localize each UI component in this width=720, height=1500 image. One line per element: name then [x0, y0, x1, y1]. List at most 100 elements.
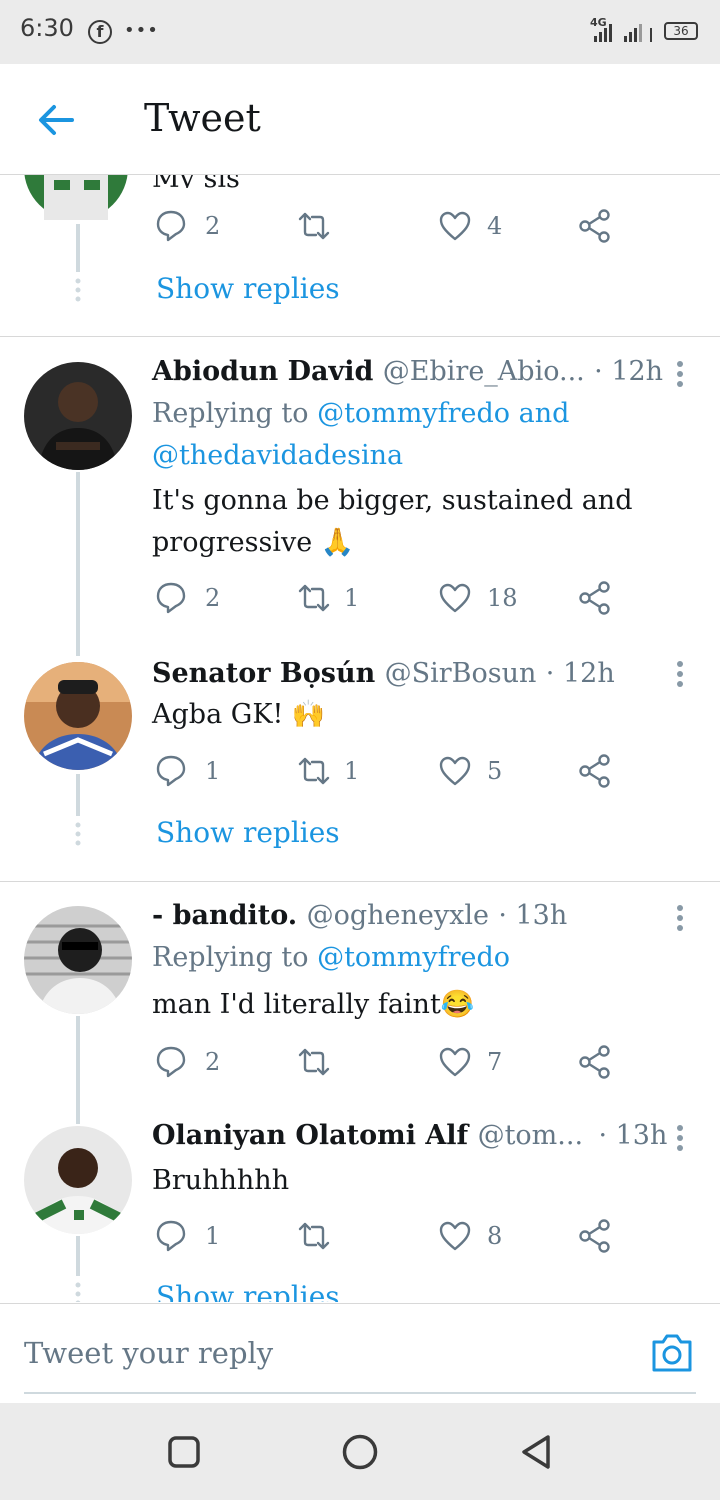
share-icon: [579, 581, 610, 615]
reply-input[interactable]: Tweet your reply: [24, 1336, 273, 1370]
back-arrow-icon[interactable]: [36, 102, 76, 138]
nav-home-icon[interactable]: [342, 1434, 378, 1470]
handle[interactable]: @SirBosun: [385, 658, 537, 689]
timestamp: · 13h: [498, 900, 568, 931]
thread-line: [76, 472, 80, 656]
thread-line: [76, 1236, 80, 1276]
share-button[interactable]: [578, 753, 612, 793]
page-title: Tweet: [144, 96, 261, 140]
camera-icon: [652, 1334, 692, 1372]
share-button[interactable]: [578, 1044, 612, 1084]
reply-button[interactable]: [154, 208, 188, 246]
more-options-button[interactable]: [674, 360, 686, 392]
battery-icon: 36: [664, 22, 698, 40]
like-icon: [439, 211, 471, 241]
retweet-icon: [298, 584, 330, 612]
mention-link[interactable]: @tommyfredo: [317, 942, 510, 973]
more-vertical-icon: [677, 905, 683, 931]
camera-button[interactable]: [650, 1332, 694, 1378]
thread-dots: [75, 278, 81, 302]
reply-button[interactable]: [154, 1044, 188, 1082]
replying-to: Replying to @tommyfredo: [152, 942, 510, 973]
like-count: 18: [487, 584, 518, 612]
mention-link[interactable]: @tommyfredo and: [317, 398, 569, 429]
reply-icon: [156, 1220, 186, 1252]
tweet-text-line: man I'd literally faint😂: [152, 989, 475, 1020]
show-replies-link[interactable]: Show replies: [156, 816, 340, 849]
thread-line: [76, 1016, 80, 1124]
retweet-button[interactable]: [296, 755, 332, 791]
handle[interactable]: @tom...: [478, 1120, 583, 1151]
like-button[interactable]: [438, 1046, 472, 1082]
tweet-text-line: Agba GK! 🙌: [152, 699, 326, 730]
like-button[interactable]: [438, 755, 472, 791]
share-button[interactable]: [578, 1218, 612, 1258]
avatar[interactable]: [24, 906, 132, 1014]
reply-button[interactable]: [154, 580, 188, 618]
share-button[interactable]: [578, 208, 612, 248]
retweet-count: 1: [344, 757, 360, 785]
retweet-button[interactable]: [296, 210, 332, 246]
retweet-icon: [298, 1048, 330, 1076]
signal-icon: [594, 24, 652, 42]
like-button[interactable]: [438, 1220, 472, 1256]
status-time: 6:30: [20, 14, 74, 42]
top-app-bar: Tweet: [0, 64, 720, 175]
timestamp: · 13h: [598, 1120, 668, 1151]
display-name[interactable]: Abiodun David: [152, 356, 373, 387]
show-replies-link[interactable]: Show replies: [156, 272, 340, 305]
thread-dots: [75, 1282, 81, 1302]
more-options-button[interactable]: [674, 1124, 686, 1156]
display-name[interactable]: Olaniyan Olatomi Alf: [152, 1120, 468, 1151]
reply-button[interactable]: [154, 1218, 188, 1256]
thread-line: [76, 774, 80, 816]
nav-back-icon[interactable]: [520, 1434, 552, 1470]
retweet-button[interactable]: [296, 582, 332, 618]
share-icon: [579, 209, 610, 243]
handle[interactable]: @Ebire_Abio...: [383, 356, 585, 387]
timestamp: · 12h: [545, 658, 615, 689]
avatar[interactable]: [24, 1126, 132, 1234]
retweet-icon: [298, 757, 330, 785]
reply-icon: [156, 210, 186, 242]
like-button[interactable]: [438, 210, 472, 246]
avatar[interactable]: [24, 662, 132, 770]
more-options-button[interactable]: [674, 660, 686, 692]
like-count: 7: [487, 1048, 503, 1076]
like-count: 8: [487, 1222, 503, 1250]
more-vertical-icon: [677, 661, 683, 687]
like-icon: [439, 1047, 471, 1077]
more-options-button[interactable]: [674, 904, 686, 936]
replying-prefix: Replying to: [152, 942, 318, 973]
thread-dots: [75, 822, 81, 846]
share-icon: [579, 1045, 610, 1079]
like-button[interactable]: [438, 582, 472, 618]
tweet-text-line: Bruhhhhh: [152, 1165, 290, 1196]
thread-line: [76, 224, 80, 272]
retweet-count: 1: [344, 584, 360, 612]
avatar[interactable]: [24, 362, 132, 470]
facebook-notification-icon: f: [88, 20, 112, 44]
separator: [0, 336, 720, 337]
reply-button[interactable]: [154, 753, 188, 791]
separator: [0, 881, 720, 882]
nav-recents-icon[interactable]: [168, 1436, 200, 1468]
mention-link[interactable]: @thedavidadesina: [152, 440, 403, 471]
display-name[interactable]: - bandito.: [152, 900, 297, 931]
display-name[interactable]: Senator Bọsún: [152, 658, 375, 689]
reply-count: 1: [205, 757, 221, 785]
replying-to: Replying to @tommyfredo and: [152, 398, 569, 429]
timestamp: · 12h: [594, 356, 664, 387]
handle[interactable]: @ogheneyxle: [307, 900, 489, 931]
replying-prefix: Replying to: [152, 398, 318, 429]
like-count: 4: [487, 212, 503, 240]
reply-icon: [156, 582, 186, 614]
tweet-text-line: It's gonna be bigger, sustained and: [152, 485, 633, 516]
retweet-button[interactable]: [296, 1220, 332, 1256]
retweet-icon: [298, 1222, 330, 1250]
reply-count: 2: [205, 212, 221, 240]
input-underline: [24, 1392, 696, 1394]
share-button[interactable]: [578, 580, 612, 620]
retweet-button[interactable]: [296, 1046, 332, 1082]
show-replies-link[interactable]: Show replies: [156, 1280, 340, 1302]
